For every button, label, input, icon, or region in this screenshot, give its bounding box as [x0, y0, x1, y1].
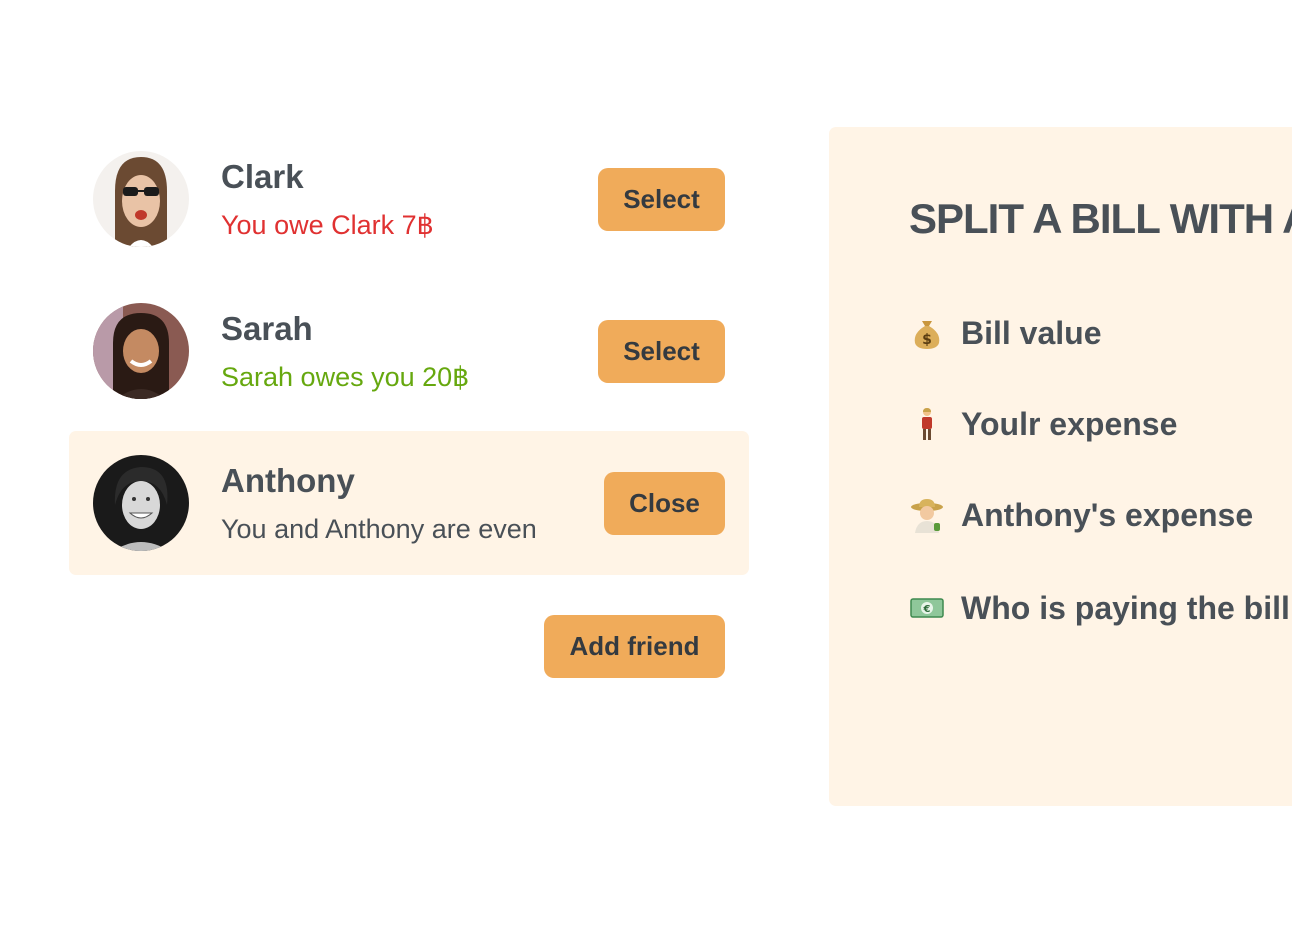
euro-banknote-icon: € [909, 590, 945, 626]
friend-item-clark: Clark You owe Clark 7฿ Select [69, 127, 749, 271]
friend-balance: You and Anthony are even [221, 514, 537, 544]
friend-name: Anthony [221, 462, 355, 499]
friend-name: Sarah [221, 310, 313, 347]
friend-expense-label: Anthony's expense [961, 496, 1254, 533]
add-friend-button[interactable]: Add friend [544, 615, 725, 678]
friend-item-sarah: Sarah Sarah owes you 20฿ Select [69, 279, 749, 423]
bill-value-row: $ Bill value [909, 313, 1102, 353]
split-bill-form: SPLIT A BILL WITH ANTHONY $ Bill value [829, 127, 1292, 806]
close-button[interactable]: Close [604, 472, 725, 535]
app: Clark You owe Clark 7฿ Select Sarah Sara… [0, 0, 1292, 940]
farmer-icon [909, 497, 945, 533]
friend-name: Clark [221, 158, 304, 195]
friend-item-anthony: Anthony You and Anthony are even Close [69, 431, 749, 575]
form-title: SPLIT A BILL WITH ANTHONY [909, 195, 1292, 242]
who-pays-label: Who is paying the bill [961, 589, 1290, 626]
svg-text:$: $ [922, 332, 932, 348]
svg-text:€: € [923, 604, 931, 615]
your-expense-row: Youlr expense [909, 404, 1177, 444]
who-pays-row: € Who is paying the bill [909, 588, 1290, 628]
money-bag-icon: $ [909, 315, 945, 351]
avatar [93, 151, 189, 247]
your-expense-label: Youlr expense [961, 405, 1178, 442]
friends-list: Clark You owe Clark 7฿ Select Sarah Sara… [69, 127, 749, 575]
person-standing-icon [909, 406, 945, 442]
friend-balance: You owe Clark 7฿ [221, 210, 434, 240]
select-button[interactable]: Select [598, 168, 725, 231]
friend-balance: Sarah owes you 20฿ [221, 362, 470, 392]
avatar [93, 303, 189, 399]
friend-expense-row: Anthony's expense [909, 495, 1253, 535]
friends-sidebar: Clark You owe Clark 7฿ Select Sarah Sara… [69, 127, 749, 678]
avatar [93, 455, 189, 551]
bill-value-label: Bill value [961, 314, 1102, 351]
select-button[interactable]: Select [598, 320, 725, 383]
